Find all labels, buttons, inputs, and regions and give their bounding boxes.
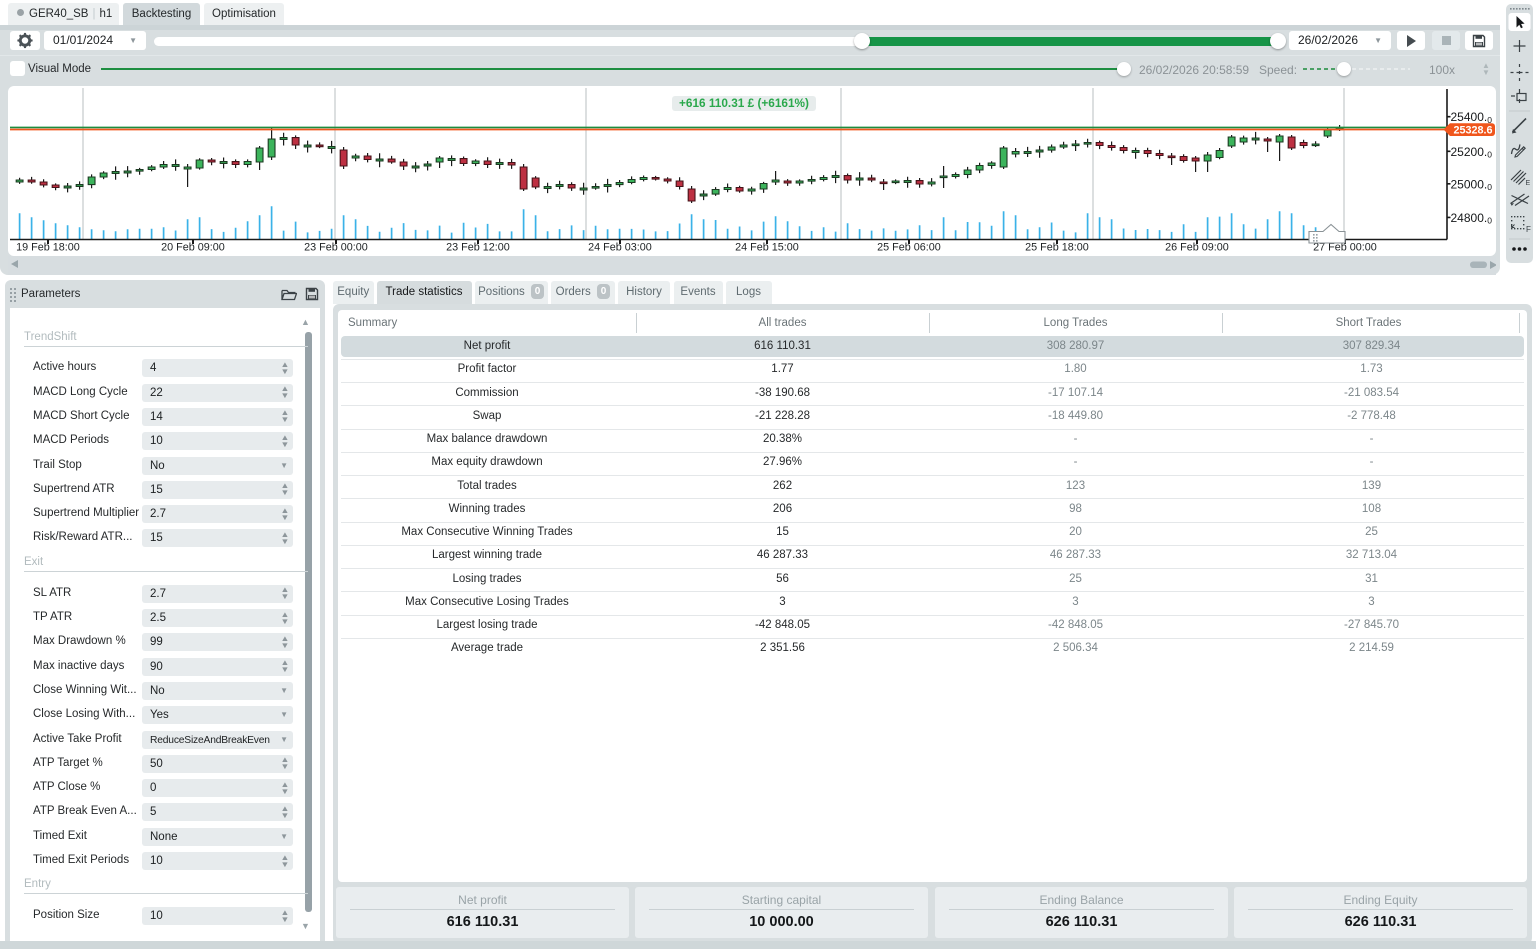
svg-text:23 Feb 12:00: 23 Feb 12:00: [446, 242, 510, 254]
svg-text:E: E: [1526, 180, 1531, 187]
svg-text:23 Feb 00:00: 23 Feb 00:00: [304, 242, 368, 254]
svg-text:25200.0: 25200.0: [1451, 145, 1493, 160]
svg-text:25400.0: 25400.0: [1451, 110, 1493, 125]
svg-text:24800.0: 24800.0: [1451, 211, 1493, 226]
svg-text:25 Feb 18:00: 25 Feb 18:00: [1025, 242, 1089, 254]
svg-text:24 Feb 15:00: 24 Feb 15:00: [735, 242, 799, 254]
svg-text:F: F: [1526, 225, 1531, 234]
svg-text:25328.6: 25328.6: [1454, 125, 1493, 137]
svg-text:24 Feb 03:00: 24 Feb 03:00: [588, 242, 652, 254]
svg-text:25 Feb 06:00: 25 Feb 06:00: [877, 242, 941, 254]
svg-text:20 Feb 09:00: 20 Feb 09:00: [161, 242, 225, 254]
svg-text:25000.0: 25000.0: [1451, 177, 1493, 192]
svg-text:19 Feb 18:00: 19 Feb 18:00: [16, 242, 80, 254]
svg-text:26 Feb 09:00: 26 Feb 09:00: [1165, 242, 1229, 254]
